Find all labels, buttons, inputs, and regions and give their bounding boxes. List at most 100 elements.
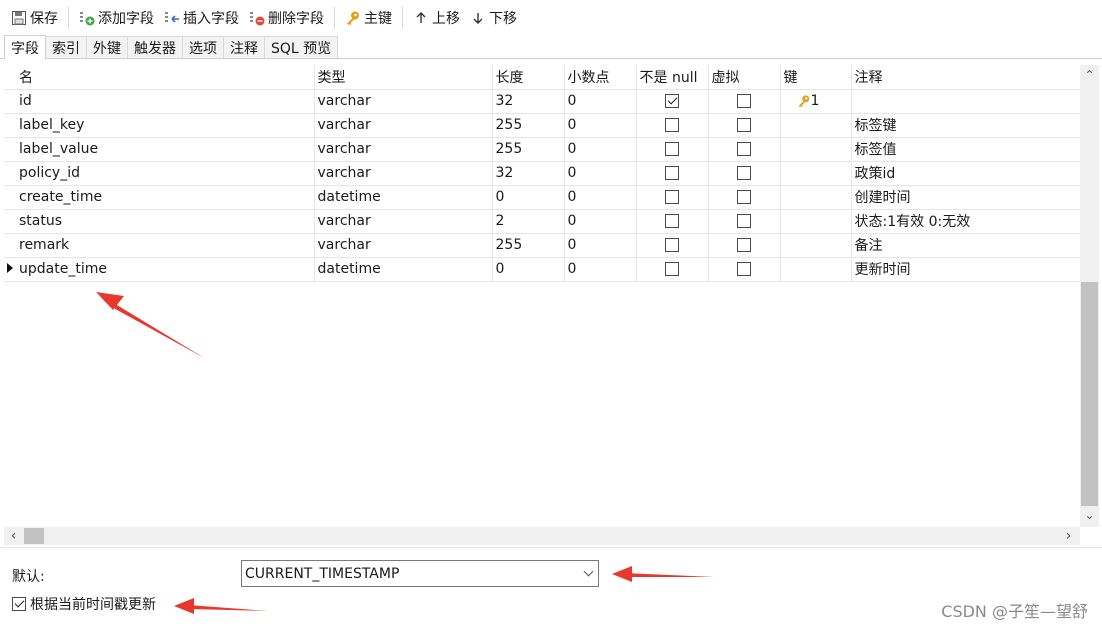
field-decimals-cell[interactable]: 0 — [564, 257, 637, 282]
virtual-cell[interactable] — [708, 113, 781, 138]
field-decimals-cell[interactable]: 0 — [564, 209, 637, 234]
row-indicator[interactable] — [4, 209, 16, 234]
field-decimals-cell[interactable]: 0 — [564, 137, 637, 162]
table-row[interactable]: label_value varchar 255 0 标签值 — [4, 137, 1080, 162]
field-type-cell[interactable]: varchar — [314, 113, 493, 138]
row-indicator[interactable] — [4, 113, 16, 138]
field-type-cell[interactable]: varchar — [314, 161, 493, 186]
default-value-combobox[interactable]: CURRENT_TIMESTAMP — [241, 560, 599, 587]
not-null-cell[interactable] — [636, 233, 709, 258]
field-length-cell[interactable]: 255 — [492, 233, 565, 258]
not-null-cell[interactable] — [636, 257, 709, 282]
not-null-checkbox[interactable] — [665, 118, 679, 132]
column-header-type[interactable]: 类型 — [314, 65, 493, 90]
key-cell[interactable] — [780, 233, 852, 258]
key-cell[interactable] — [780, 137, 852, 162]
tab-comment[interactable]: 注释 — [223, 36, 265, 58]
horizontal-scroll-thumb[interactable] — [24, 528, 44, 544]
table-row[interactable]: remark varchar 255 0 备注 — [4, 233, 1080, 258]
not-null-cell[interactable] — [636, 89, 709, 114]
key-cell[interactable] — [780, 113, 852, 138]
field-type-cell[interactable]: varchar — [314, 137, 493, 162]
field-decimals-cell[interactable]: 0 — [564, 89, 637, 114]
virtual-cell[interactable] — [708, 257, 781, 282]
not-null-checkbox[interactable] — [665, 94, 679, 108]
move-up-button[interactable]: 上移 — [408, 4, 465, 32]
not-null-checkbox[interactable] — [665, 214, 679, 228]
field-length-cell[interactable]: 32 — [492, 89, 565, 114]
virtual-cell[interactable] — [708, 161, 781, 186]
virtual-cell[interactable] — [708, 209, 781, 234]
key-cell[interactable]: 1 — [780, 89, 852, 114]
move-down-button[interactable]: 下移 — [465, 4, 522, 32]
row-indicator[interactable] — [4, 137, 16, 162]
not-null-cell[interactable] — [636, 137, 709, 162]
field-name-cell[interactable]: label_key — [16, 113, 315, 138]
key-cell[interactable] — [780, 185, 852, 210]
virtual-cell[interactable] — [708, 233, 781, 258]
scroll-left-icon[interactable]: ‹ — [4, 528, 23, 544]
column-header-key[interactable]: 键 — [780, 65, 852, 90]
field-length-cell[interactable]: 255 — [492, 113, 565, 138]
primary-key-button[interactable]: 主键 — [340, 4, 397, 32]
column-header-virtual[interactable]: 虚拟 — [708, 65, 781, 90]
field-decimals-cell[interactable]: 0 — [564, 185, 637, 210]
table-row[interactable]: label_key varchar 255 0 标签键 — [4, 113, 1080, 138]
table-row[interactable]: status varchar 2 0 状态:1有效 0:无效 — [4, 209, 1080, 234]
delete-field-button[interactable]: 删除字段 — [244, 4, 329, 32]
tab-options[interactable]: 选项 — [182, 36, 224, 58]
on-update-checkbox[interactable] — [12, 597, 26, 611]
field-comment-cell[interactable]: 更新时间 — [851, 257, 1080, 282]
virtual-cell[interactable] — [708, 185, 781, 210]
field-length-cell[interactable]: 2 — [492, 209, 565, 234]
horizontal-scrollbar[interactable]: ‹ › — [4, 527, 1080, 545]
key-cell[interactable] — [780, 161, 852, 186]
row-indicator[interactable] — [4, 257, 16, 282]
field-comment-cell[interactable]: 备注 — [851, 233, 1080, 258]
save-button[interactable]: 保存 — [6, 4, 63, 32]
field-type-cell[interactable]: varchar — [314, 89, 493, 114]
row-indicator[interactable] — [4, 233, 16, 258]
column-header-not-null[interactable]: 不是 null — [636, 65, 709, 90]
table-row[interactable]: id varchar 32 0 1 — [4, 89, 1080, 114]
column-header-comment[interactable]: 注释 — [851, 65, 1080, 90]
field-length-cell[interactable]: 0 — [492, 185, 565, 210]
virtual-checkbox[interactable] — [737, 94, 751, 108]
field-name-cell[interactable]: status — [16, 209, 315, 234]
tab-sql-preview[interactable]: SQL 预览 — [264, 36, 339, 58]
field-comment-cell[interactable]: 标签值 — [851, 137, 1080, 162]
virtual-checkbox[interactable] — [737, 190, 751, 204]
not-null-checkbox[interactable] — [665, 142, 679, 156]
tab-triggers[interactable]: 触发器 — [127, 36, 183, 58]
not-null-cell[interactable] — [636, 209, 709, 234]
field-name-cell[interactable]: update_time — [16, 257, 315, 282]
field-comment-cell[interactable]: 创建时间 — [851, 185, 1080, 210]
not-null-checkbox[interactable] — [665, 166, 679, 180]
row-indicator[interactable] — [4, 185, 16, 210]
not-null-cell[interactable] — [636, 113, 709, 138]
add-field-button[interactable]: 添加字段 — [74, 4, 159, 32]
virtual-checkbox[interactable] — [737, 166, 751, 180]
field-comment-cell[interactable] — [851, 89, 1080, 114]
field-length-cell[interactable]: 32 — [492, 161, 565, 186]
virtual-cell[interactable] — [708, 89, 781, 114]
field-comment-cell[interactable]: 状态:1有效 0:无效 — [851, 209, 1080, 234]
column-header-length[interactable]: 长度 — [492, 65, 565, 90]
row-indicator[interactable] — [4, 161, 16, 186]
vertical-scrollbar[interactable]: ⌃ ⌄ — [1080, 65, 1099, 527]
column-header-name[interactable]: 名 — [16, 65, 315, 90]
key-cell[interactable] — [780, 257, 852, 282]
virtual-checkbox[interactable] — [737, 118, 751, 132]
scroll-up-icon[interactable]: ⌃ — [1080, 67, 1099, 83]
field-type-cell[interactable]: datetime — [314, 185, 493, 210]
field-decimals-cell[interactable]: 0 — [564, 161, 637, 186]
chevron-down-icon[interactable] — [583, 566, 594, 577]
virtual-cell[interactable] — [708, 137, 781, 162]
not-null-cell[interactable] — [636, 161, 709, 186]
field-decimals-cell[interactable]: 0 — [564, 233, 637, 258]
virtual-checkbox[interactable] — [737, 238, 751, 252]
field-decimals-cell[interactable]: 0 — [564, 113, 637, 138]
virtual-checkbox[interactable] — [737, 214, 751, 228]
key-cell[interactable] — [780, 209, 852, 234]
field-name-cell[interactable]: remark — [16, 233, 315, 258]
